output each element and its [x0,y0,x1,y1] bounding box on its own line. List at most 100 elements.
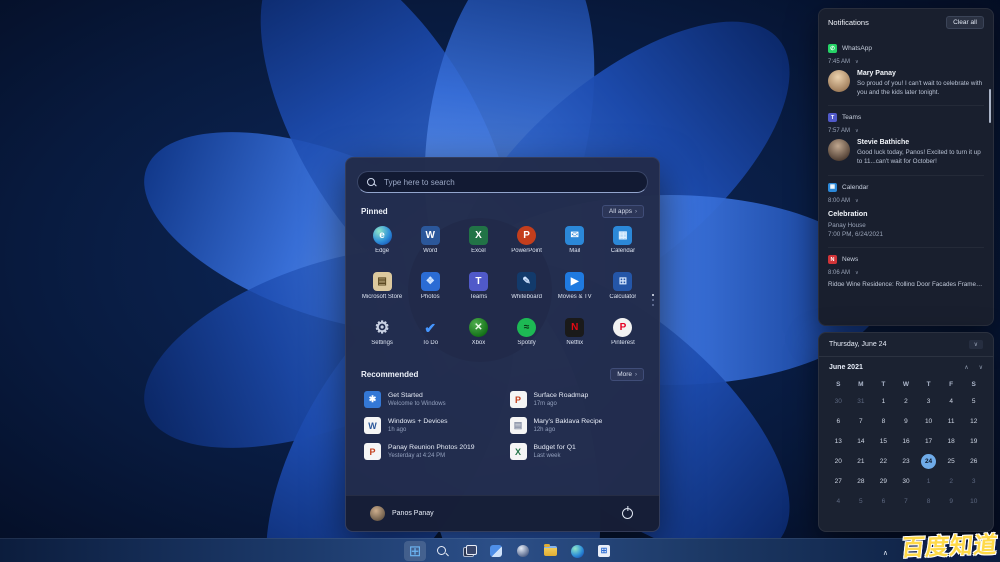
pinned-app-photos[interactable]: ❖Photos [406,272,454,310]
pinned-app-edge[interactable]: eEdge [358,226,406,264]
calendar-day-14[interactable]: 14 [850,431,873,451]
calendar-day-31[interactable]: 31 [850,391,873,411]
pinned-app-calculator[interactable]: ⊞Calculator [599,272,647,310]
calendar-day-30[interactable]: 30 [827,391,850,411]
recommended-item-subtitle: Last week [534,453,576,459]
calendar-day-5[interactable]: 5 [962,391,985,411]
calendar-next-month-button[interactable]: ∨ [979,364,983,371]
calendar-day-8[interactable]: 8 [917,491,940,511]
notification-time-row[interactable]: 8:00 AM∨ [828,198,984,204]
calendar-day-24[interactable]: 24 [917,451,940,471]
pinned-app-pinterest[interactable]: PPinterest [599,318,647,356]
calendar-day-11[interactable]: 11 [940,411,963,431]
search-button[interactable] [431,541,453,561]
pinned-app-settings[interactable]: ⚙Settings [358,318,406,356]
pinned-app-spotify[interactable]: ≈Spotify [503,318,551,356]
pinned-app-word[interactable]: WWord [406,226,454,264]
task-view-button[interactable] [458,541,480,561]
notification-time-row[interactable]: 8:06 AM∨ [828,270,984,276]
pinned-app-whiteboard[interactable]: ✎Whiteboard [503,272,551,310]
calendar-day-13[interactable]: 13 [827,431,850,451]
calendar-day-10[interactable]: 10 [917,411,940,431]
excel-icon: X [469,226,488,245]
calendar-day-8[interactable]: 8 [872,411,895,431]
calendar-day-6[interactable]: 6 [872,491,895,511]
all-apps-button[interactable]: All apps › [602,205,644,218]
hidden-icons-chevron[interactable]: ∧ [883,549,888,557]
pinned-app-netflix[interactable]: NNetflix [551,318,599,356]
calendar-day-20[interactable]: 20 [827,451,850,471]
search-input[interactable] [382,177,638,188]
pinned-page-dots[interactable] [652,294,654,306]
calendar-day-1[interactable]: 1 [872,391,895,411]
calendar-day-6[interactable]: 6 [827,411,850,431]
calendar-day-2[interactable]: 2 [940,471,963,491]
recommended-grid: ✱Get StartedWelcome to Windows WWindows +… [346,381,659,462]
pinned-app-microsoft-store[interactable]: ▤Microsoft Store [358,272,406,310]
calendar-day-15[interactable]: 15 [872,431,895,451]
recommended-item-get-started[interactable]: ✱Get StartedWelcome to Windows [360,389,500,410]
pinned-app-xbox[interactable]: ✕Xbox [454,318,502,356]
pinned-app-excel[interactable]: XExcel [454,226,502,264]
calendar-day-7[interactable]: 7 [850,411,873,431]
recommended-item-surface-roadmap[interactable]: PSurface Roadmap17m ago [506,389,646,410]
calendar-collapse-button[interactable]: ∨ [969,340,983,349]
calendar-day-3[interactable]: 3 [917,391,940,411]
calendar-day-23[interactable]: 23 [895,451,918,471]
notification-message[interactable]: Stevie BathicheGood luck today, Panos! E… [828,139,984,166]
calendar-day-29[interactable]: 29 [872,471,895,491]
notification-app-row: NNews [828,255,984,264]
calendar-day-4[interactable]: 4 [940,391,963,411]
file-explorer-button[interactable] [539,541,561,561]
calendar-day-9[interactable]: 9 [940,491,963,511]
calendar-prev-month-button[interactable]: ∧ [964,364,968,371]
word-icon: W [421,226,440,245]
scrollbar[interactable] [989,89,991,123]
calendar-day-9[interactable]: 9 [895,411,918,431]
edge-button[interactable] [566,541,588,561]
calendar-day-10[interactable]: 10 [962,491,985,511]
widgets-button[interactable] [485,541,507,561]
calendar-day-2[interactable]: 2 [895,391,918,411]
recommended-item-panay-reunion-photos[interactable]: PPanay Reunion Photos 2019Yesterday at 4… [360,441,500,462]
calendar-day-28[interactable]: 28 [850,471,873,491]
calendar-day-18[interactable]: 18 [940,431,963,451]
user-profile-button[interactable]: Panos Panay [370,506,434,521]
clear-all-button[interactable]: Clear all [946,16,984,29]
calendar-day-27[interactable]: 27 [827,471,850,491]
recommended-item-budget-q1[interactable]: XBudget for Q1Last week [506,441,646,462]
calendar-day-30[interactable]: 30 [895,471,918,491]
calendar-day-19[interactable]: 19 [962,431,985,451]
calendar-day-4[interactable]: 4 [827,491,850,511]
calendar-day-25[interactable]: 25 [940,451,963,471]
calendar-day-21[interactable]: 21 [850,451,873,471]
calendar-day-22[interactable]: 22 [872,451,895,471]
notification-body: Good luck today, Panos! Excited to turn … [857,148,984,166]
pinned-app-powerpoint[interactable]: PPowerPoint [503,226,551,264]
recommended-item-windows-devices[interactable]: WWindows + Devices1h ago [360,415,500,436]
recommended-item-baklava-recipe[interactable]: ▤Mary's Baklava Recipe12h ago [506,415,646,436]
pinned-app-teams[interactable]: TTeams [454,272,502,310]
power-button[interactable] [622,508,633,519]
search-bar[interactable] [357,171,648,193]
calendar-day-1[interactable]: 1 [917,471,940,491]
start-button[interactable]: ⊞ [404,541,426,561]
notification-time-row[interactable]: 7:57 AM∨ [828,128,984,134]
calendar-day-17[interactable]: 17 [917,431,940,451]
calendar-day-12[interactable]: 12 [962,411,985,431]
calendar-day-3[interactable]: 3 [962,471,985,491]
chat-button[interactable] [512,541,534,561]
notification-app-name: Calendar [842,184,868,191]
pinned-app-calendar[interactable]: ▦Calendar [599,226,647,264]
pinned-app-to-do[interactable]: ✔To Do [406,318,454,356]
calendar-day-16[interactable]: 16 [895,431,918,451]
pinned-app-movies-tv[interactable]: ▶Movies & TV [551,272,599,310]
calendar-day-7[interactable]: 7 [895,491,918,511]
notification-message[interactable]: Mary PanaySo proud of you! I can't wait … [828,70,984,97]
calendar-day-26[interactable]: 26 [962,451,985,471]
more-button[interactable]: More › [610,368,644,381]
store-button[interactable]: ⊞ [593,541,615,561]
notification-time-row[interactable]: 7:45 AM∨ [828,59,984,65]
calendar-day-5[interactable]: 5 [850,491,873,511]
pinned-app-mail[interactable]: ✉Mail [551,226,599,264]
